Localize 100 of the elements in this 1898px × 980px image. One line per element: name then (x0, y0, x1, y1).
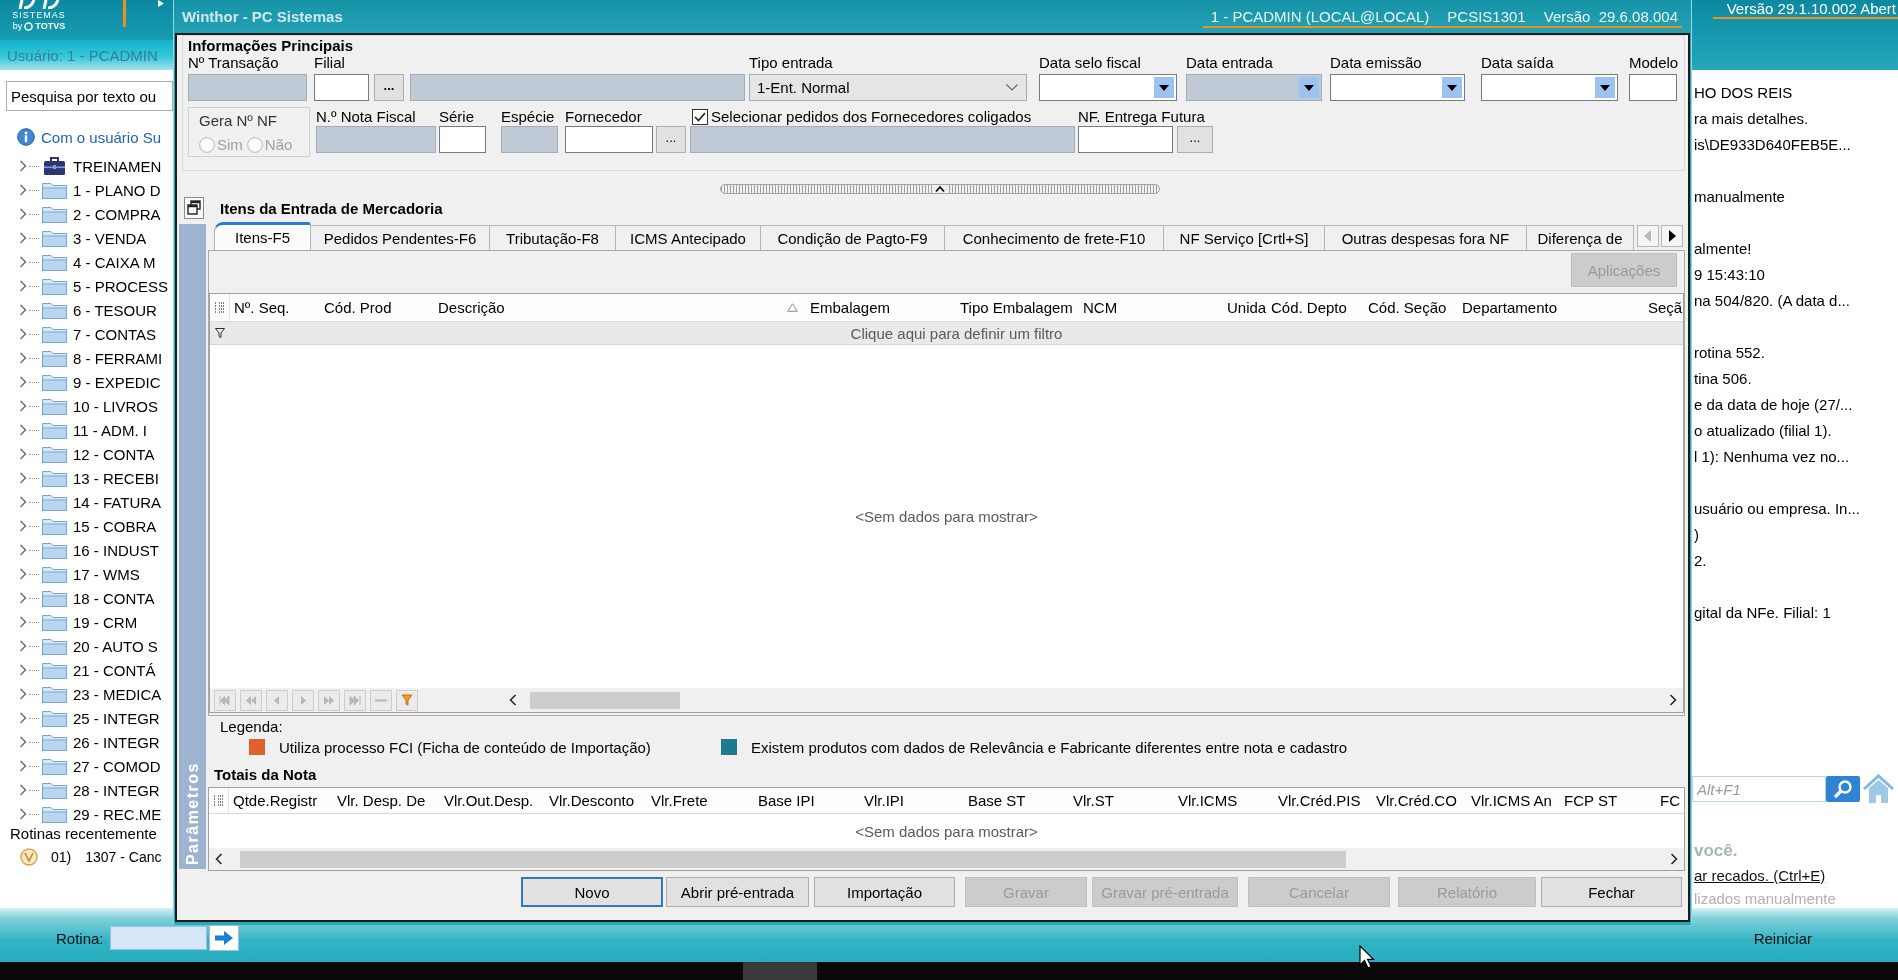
tree-item[interactable]: 26 - INTEGR (73, 733, 160, 751)
input-field[interactable] (439, 126, 486, 153)
checkbox[interactable]: Selecionar pedidos dos Fornecedores coligados (692, 108, 1032, 125)
dialog-button[interactable]: Abrir pré-entrada (666, 877, 809, 907)
tree-item[interactable]: 12 - CONTA (73, 445, 155, 463)
column-header[interactable]: Vlr.Frete (647, 788, 754, 813)
dialog-button[interactable]: Fechar (1541, 877, 1682, 907)
info-link[interactable]: Com o usuário Su (41, 128, 162, 146)
column-header[interactable]: Vlr.IPI (860, 788, 964, 813)
tab[interactable]: Pedidos Pendentes-F6 (311, 225, 490, 250)
splitter-handle[interactable] (720, 184, 1160, 194)
column-header[interactable]: NCM (1079, 294, 1223, 321)
recent-item[interactable]: 01) 1307 - Canc (20, 846, 162, 868)
scrollbar-thumb[interactable] (240, 850, 1346, 868)
dropdown[interactable]: 1-Ent. Normal (749, 74, 1027, 101)
tab[interactable]: Condição de Pagto-F9 (761, 225, 945, 250)
help-search-field[interactable]: Alt+F1 (1692, 776, 1826, 802)
tree-item[interactable]: 17 - WMS (73, 565, 140, 583)
chevron-left-icon[interactable] (509, 694, 517, 706)
input-field[interactable] (565, 126, 653, 153)
tree-item[interactable]: 18 - CONTA (73, 589, 155, 607)
restore-icon[interactable] (184, 197, 204, 219)
dialog-button[interactable]: Importação (814, 877, 955, 907)
dropdown-button[interactable] (1595, 77, 1615, 98)
column-header[interactable]: Departamento (1458, 294, 1644, 321)
filter-hint[interactable]: Clique aqui para definir um filtro (850, 324, 1063, 342)
column-header[interactable]: Vlr.ICMS (1174, 788, 1274, 813)
filter-icon[interactable] (396, 689, 418, 711)
list-icon[interactable] (213, 794, 224, 807)
lookup-button[interactable]: ... (1177, 126, 1213, 153)
dialog-button[interactable]: Novo (521, 877, 663, 907)
tree-item[interactable]: 1 - PLANO D (73, 181, 161, 199)
input-field[interactable] (314, 74, 369, 101)
column-header[interactable]: Vlr.ICMS An (1467, 788, 1560, 813)
tree-item[interactable]: 5 - PROCESS (73, 277, 169, 295)
column-header[interactable]: Cód. Seção (1364, 294, 1458, 321)
tree-item[interactable]: 11 - ADM. I (73, 421, 147, 439)
home-icon[interactable] (1862, 774, 1895, 804)
column-header[interactable]: Vlr.Out.Desp. (440, 788, 545, 813)
messages-link[interactable]: ar recados. (Ctrl+E) (1692, 867, 1826, 885)
routine-field[interactable] (109, 926, 207, 950)
tree-item[interactable]: 3 - VENDA (73, 229, 147, 247)
date-field[interactable] (1481, 74, 1618, 101)
column-header[interactable]: Base IPI (754, 788, 860, 813)
tree-item[interactable]: 6 - TESOUR (73, 301, 157, 319)
column-header[interactable]: Tipo Embalagem (956, 294, 1079, 321)
tab[interactable]: Outras despesas fora NF (1325, 225, 1527, 250)
tree-item[interactable]: 13 - RECEBI (73, 469, 159, 487)
triangle-right-icon[interactable] (1661, 225, 1683, 247)
column-header[interactable]: Vlr.Desconto (545, 788, 647, 813)
chevron-right-icon[interactable] (1669, 694, 1677, 706)
column-header[interactable]: FC (1656, 788, 1684, 813)
lookup-button[interactable]: ... (374, 74, 404, 101)
input-field[interactable] (1629, 74, 1677, 101)
column-header[interactable]: Seçã (1644, 294, 1683, 321)
column-header[interactable]: Qtde.Registr (229, 788, 333, 813)
date-field[interactable] (1039, 74, 1177, 101)
tree-item[interactable]: 14 - FATURA (73, 493, 162, 511)
tab[interactable]: Tributação-F8 (490, 225, 616, 250)
column-header[interactable]: Descrição (434, 294, 806, 321)
column-header[interactable]: Embalagem (806, 294, 956, 321)
scrollbar-thumb[interactable] (530, 691, 680, 709)
go-button[interactable] (208, 925, 239, 951)
column-header[interactable]: Cód. Prod (320, 294, 434, 321)
tree-item[interactable]: 20 - AUTO S (73, 637, 158, 655)
filter-row[interactable]: Clique aqui para definir um filtro (210, 322, 1683, 345)
tree-item[interactable]: 25 - INTEGR (73, 709, 160, 727)
tree-item[interactable]: 4 - CAIXA M (73, 253, 156, 271)
column-header[interactable]: FCP ST (1560, 788, 1656, 813)
tree-item[interactable]: 28 - INTEGR (73, 781, 160, 799)
date-field[interactable] (1330, 74, 1465, 101)
tree-item[interactable]: 16 - INDUST (73, 541, 159, 559)
tree-item[interactable]: 15 - COBRA (73, 517, 157, 535)
input-field[interactable] (1078, 126, 1173, 153)
search-icon[interactable] (1826, 776, 1860, 802)
tree-item[interactable]: 29 - REC.ME (73, 805, 162, 823)
dropdown-button[interactable] (1154, 77, 1174, 98)
tree-item[interactable]: TREINAMEN (73, 157, 162, 175)
column-header[interactable]: Unida (1223, 294, 1267, 321)
tree-item[interactable]: 21 - CONTÁ (73, 661, 156, 679)
column-header[interactable]: Cód. Depto (1267, 294, 1364, 321)
tree-item[interactable]: 23 - MEDICA (73, 685, 162, 703)
column-header[interactable]: Vlr. Desp. De (333, 788, 440, 813)
tree-item[interactable]: 7 - CONTAS (73, 325, 157, 343)
tree-item[interactable]: 27 - COMOD (73, 757, 161, 775)
lookup-button[interactable]: ... (656, 126, 686, 153)
tab[interactable]: ICMS Antecipado (616, 225, 761, 250)
search-field[interactable]: Pesquisa por texto ou (6, 81, 173, 111)
chevron-left-icon[interactable] (215, 853, 223, 865)
column-header[interactable]: Nº. Seq. (230, 294, 320, 321)
horizontal-scrollbar[interactable] (209, 848, 1684, 870)
column-header[interactable]: Vlr.ST (1069, 788, 1174, 813)
column-header[interactable]: Base ST (964, 788, 1069, 813)
tab[interactable]: Diferença de (1527, 225, 1634, 250)
tree-item[interactable]: 19 - CRM (73, 613, 138, 631)
tab[interactable]: Conhecimento de frete-F10 (945, 225, 1164, 250)
tab[interactable]: Itens-F5 (214, 222, 311, 250)
chevron-right-icon[interactable] (1670, 853, 1678, 865)
tab[interactable]: NF Serviço [Crtl+S] (1164, 225, 1325, 250)
restart-link[interactable]: Reiniciar (1753, 929, 1812, 947)
